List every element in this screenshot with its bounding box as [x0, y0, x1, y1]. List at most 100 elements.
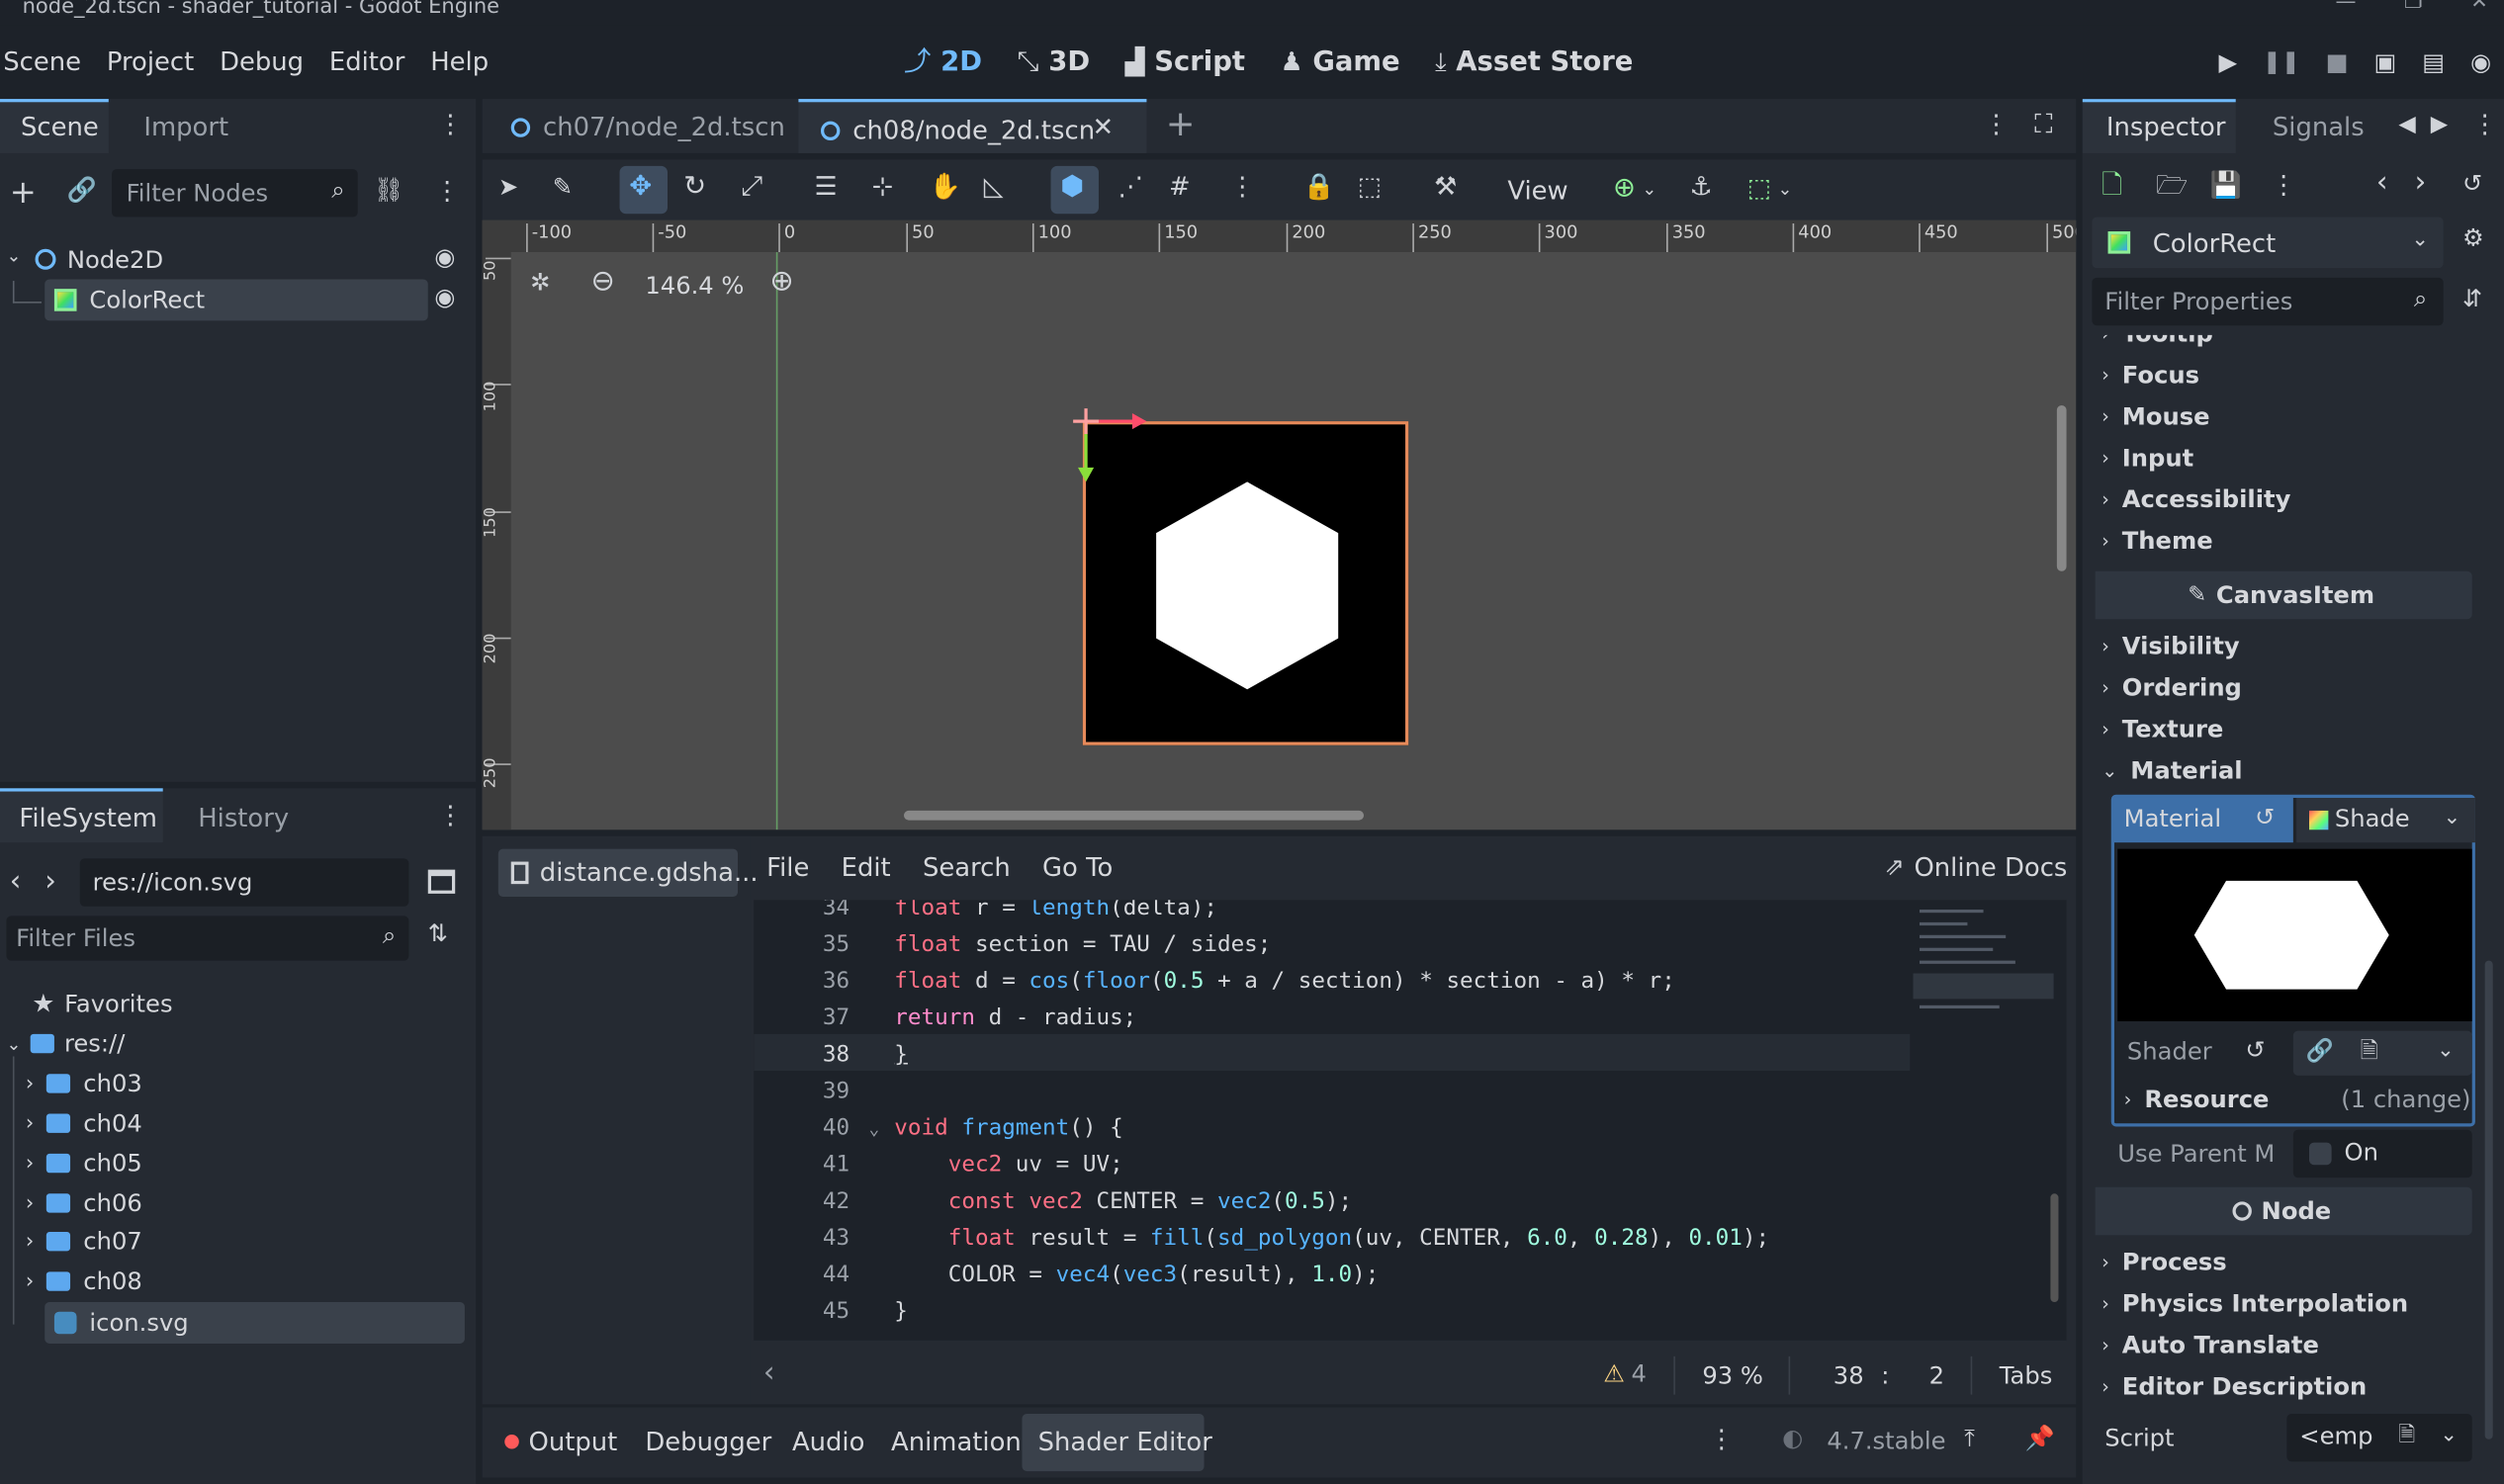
rotate-tool-icon[interactable]: ↻	[683, 173, 706, 201]
inspector-scrollbar[interactable]	[2484, 960, 2493, 1440]
transform-gizmo[interactable]	[1067, 402, 1150, 485]
center-view-icon[interactable]: ✲	[530, 271, 550, 295]
menu-go-to[interactable]: Go To	[1042, 852, 1113, 883]
back-icon[interactable]: ‹	[10, 867, 22, 897]
online-docs-link[interactable]: ⇗ Online Docs	[1884, 852, 2067, 883]
workspace-3d[interactable]: ⤡ 3D	[1018, 46, 1091, 78]
group-icon[interactable]: ⬚	[1358, 173, 1382, 200]
menu-search[interactable]: Search	[923, 852, 1011, 883]
minimize-icon[interactable]: —	[2336, 0, 2357, 15]
smart-snap-icon[interactable]: ⬢	[1060, 173, 1084, 201]
menu-help[interactable]: Help	[417, 45, 501, 76]
workspace-2d[interactable]: ⤴ 2D	[904, 46, 982, 78]
play-icon[interactable]: ▶	[2218, 49, 2237, 74]
workspace-asset-store[interactable]: ⤓ Asset Store	[1435, 46, 1633, 78]
workspace-script[interactable]: ▟ Script	[1125, 46, 1245, 78]
property-group[interactable]: › Theme	[2102, 527, 2213, 556]
open-folder-icon[interactable]: 🗁	[2156, 172, 2188, 198]
object-selector[interactable]: ColorRect ⌄	[2092, 217, 2444, 269]
instance-scene-icon[interactable]: ⛓	[374, 178, 404, 203]
snap-menu-icon[interactable]: ⋮	[1229, 173, 1255, 200]
use-parent-material-toggle[interactable]: On	[2292, 1129, 2472, 1178]
pivot-tool-icon[interactable]: ⊹	[872, 173, 894, 200]
new-resource-icon[interactable]: 🗋	[2102, 172, 2122, 198]
pin-icon[interactable]: 📌	[2025, 1426, 2055, 1450]
link-icon[interactable]: 🔗	[67, 178, 97, 203]
favorites-item[interactable]: ★ Favorites	[32, 990, 172, 1018]
ruler-tool-icon[interactable]: ◺	[984, 173, 1004, 200]
property-group[interactable]: › Accessibility	[2102, 485, 2290, 514]
list-select-icon[interactable]: ☰	[815, 173, 838, 200]
zoom-in-icon[interactable]: ⊕	[769, 267, 793, 297]
menu-editor[interactable]: Editor	[316, 45, 417, 76]
folder-item[interactable]: › ch07	[26, 1227, 142, 1256]
bone-icon[interactable]: ⚒	[1434, 173, 1457, 200]
menu-project[interactable]: Project	[94, 45, 207, 76]
property-group[interactable]: › Auto Translate	[2102, 1331, 2319, 1359]
property-group[interactable]: › Input	[2102, 444, 2193, 473]
horizontal-scrollbar[interactable]	[903, 810, 1365, 821]
fold-chevron-icon[interactable]: ⌄	[868, 1110, 879, 1147]
play-custom-icon[interactable]: ▤	[2422, 49, 2445, 74]
anchor-icon[interactable]: ⚓	[1689, 173, 1712, 200]
menu-edit[interactable]: Edit	[842, 852, 891, 883]
property-group[interactable]: › Process	[2102, 1248, 2227, 1276]
visibility-eye-icon[interactable]: ◉	[434, 245, 455, 270]
pan-tool-icon[interactable]: ✋	[930, 173, 961, 200]
scene-tab-ch07[interactable]: ch07/node_2d.tscn	[510, 112, 785, 142]
file-item-icon-svg[interactable]: icon.svg	[45, 1302, 465, 1344]
tab-shader-editor[interactable]: Shader Editor	[1022, 1413, 1212, 1472]
tab-filesystem[interactable]: FileSystem	[19, 803, 157, 833]
play-scene-icon[interactable]: ▣	[2373, 49, 2396, 74]
tab-output[interactable]: Output	[504, 1427, 617, 1457]
folder-item[interactable]: › ch08	[26, 1267, 142, 1296]
close-window-icon[interactable]: ✕	[2470, 0, 2488, 15]
scene-tab-ch08[interactable]: ch08/node_2d.tscn ✕	[798, 99, 1147, 153]
split-mode-icon[interactable]	[427, 869, 456, 894]
tab-audio[interactable]: Audio	[792, 1427, 864, 1457]
dock-menu-icon[interactable]: ⋮	[437, 802, 463, 829]
add-node-icon[interactable]: +	[10, 176, 37, 208]
dock-menu-icon[interactable]: ⋮	[2472, 111, 2498, 137]
add-tab-icon[interactable]: +	[1166, 108, 1196, 144]
tab-inspector[interactable]: Inspector	[2106, 112, 2226, 142]
next-dock-icon[interactable]: ▶	[2431, 114, 2448, 136]
tab-debugger[interactable]: Debugger	[645, 1427, 771, 1457]
resource-group[interactable]: › Resource	[2124, 1086, 2270, 1114]
workspace-game[interactable]: ♟ Game	[1281, 46, 1400, 78]
property-options-icon[interactable]: ⇵	[2462, 287, 2482, 311]
grid-snap-icon[interactable]: #	[1169, 173, 1191, 200]
menu-debug[interactable]: Debug	[207, 45, 316, 76]
add-node-dropdown[interactable]: ⊕ ⌄	[1613, 175, 1656, 203]
toggle-files-panel-icon[interactable]: ‹	[763, 1358, 775, 1388]
menu-scene[interactable]: Scene	[0, 45, 94, 76]
expand-panel-icon[interactable]: ⤒	[1964, 1426, 1975, 1450]
filter-properties-input[interactable]: Filter Properties ⌕	[2092, 277, 2444, 326]
visibility-eye-icon[interactable]: ◉	[434, 285, 455, 309]
save-icon[interactable]: 💾	[2210, 172, 2242, 198]
folder-item[interactable]: › ch06	[26, 1188, 142, 1217]
tab-animation[interactable]: Animation	[891, 1427, 1022, 1457]
scale-tool-icon[interactable]: ⤢	[741, 173, 762, 201]
movie-icon[interactable]: ◉	[2470, 49, 2491, 74]
property-group-material[interactable]: ⌄ Material	[2102, 756, 2243, 785]
view-menu[interactable]: View	[1507, 176, 1567, 207]
code-editor[interactable]: 34 float r = length(delta); 35 float secti…	[754, 900, 2067, 1341]
material-value-dropdown[interactable]: Shade ⌄	[2296, 797, 2475, 843]
filter-files-input[interactable]: Filter Files ⌕	[6, 916, 409, 961]
code-scrollbar[interactable]	[2050, 1193, 2059, 1303]
viewport-2d[interactable]: -100 -50 0 50 100 150 200 250 300 350 40…	[482, 219, 2077, 830]
history-forward-icon[interactable]: ›	[2415, 168, 2427, 198]
object-tools-icon[interactable]: ⚙	[2462, 225, 2484, 250]
property-group[interactable]: › Mouse	[2102, 402, 2210, 431]
property-group[interactable]: › Physics Interpolation	[2102, 1289, 2408, 1318]
lock-icon[interactable]: 🔒	[1303, 173, 1335, 200]
scene-options-icon[interactable]: ⋮	[434, 178, 460, 205]
revert-icon[interactable]: ↺	[2245, 1038, 2265, 1063]
panel-menu-icon[interactable]: ⋮	[1709, 1426, 1735, 1452]
minimap[interactable]	[1913, 900, 2054, 1034]
shader-file-item[interactable]: distance.gdsha...	[497, 848, 759, 898]
close-tab-icon[interactable]: ✕	[1093, 114, 1115, 140]
property-group[interactable]: ›Tooltip	[2102, 335, 2213, 348]
prev-dock-icon[interactable]: ◀	[2398, 114, 2415, 136]
